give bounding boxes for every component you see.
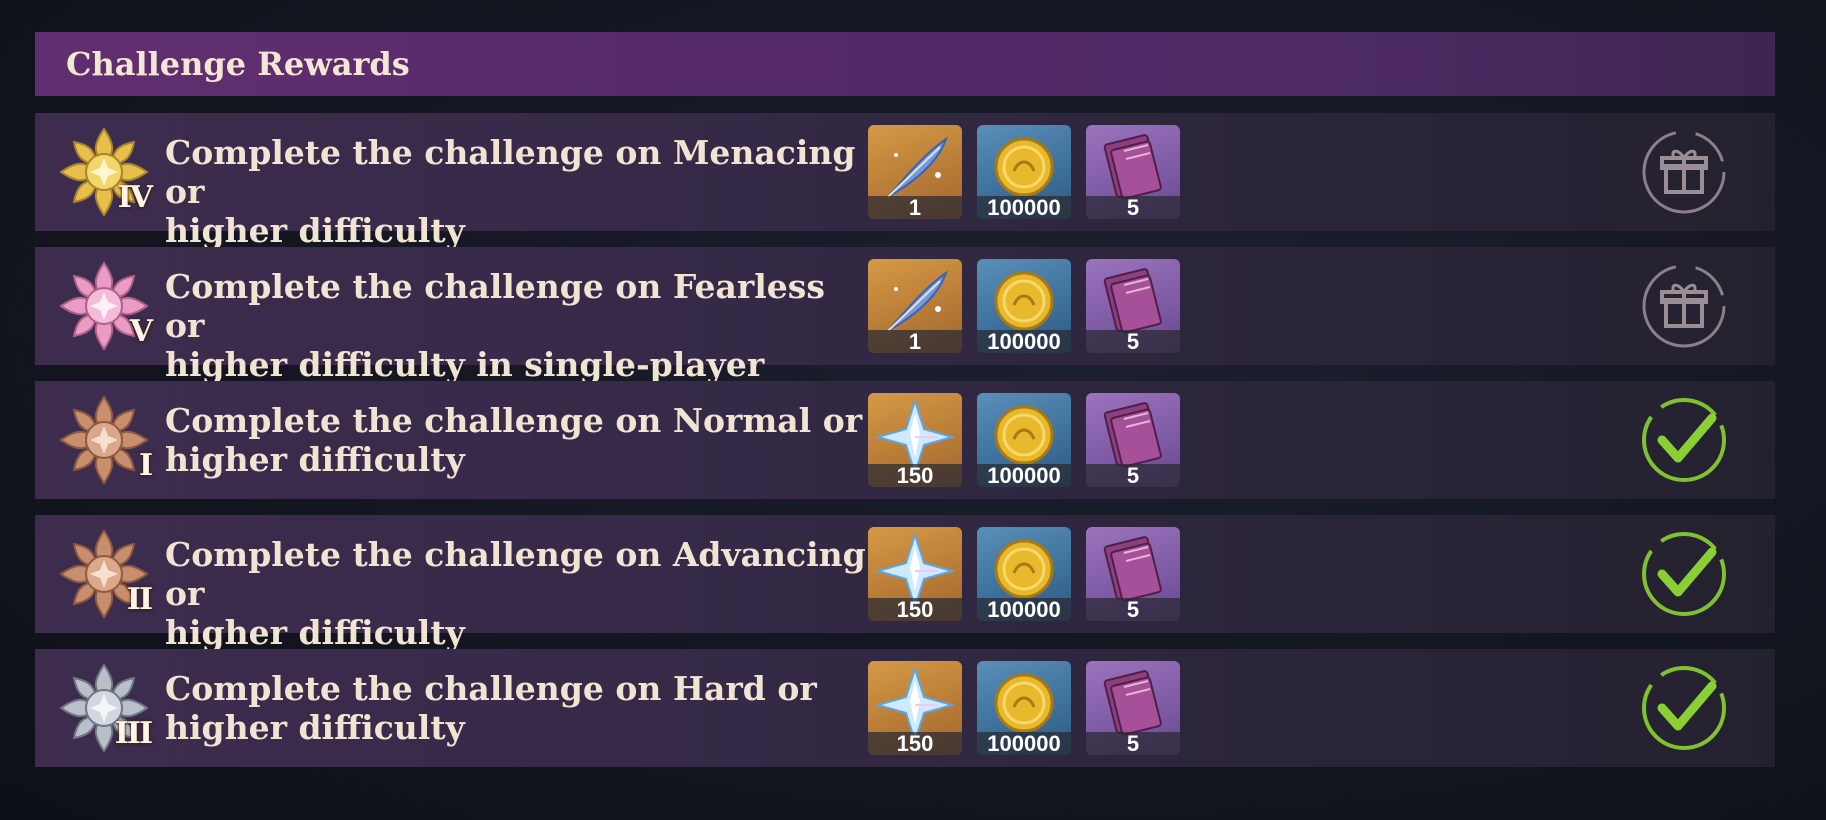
reward-item[interactable]: 100000 <box>977 527 1071 621</box>
reward-count: 5 <box>1086 196 1180 219</box>
reward-item[interactable]: 5 <box>1086 661 1180 755</box>
status-check-icon <box>1640 396 1728 484</box>
reward-item[interactable]: 1 <box>868 259 962 353</box>
status-gift-icon[interactable] <box>1640 128 1728 216</box>
badge-numeral: III <box>114 716 153 751</box>
reward-count: 100000 <box>977 196 1071 219</box>
difficulty-badge-icon: I <box>57 393 153 487</box>
status-gift-icon[interactable] <box>1640 262 1728 350</box>
description-line: higher difficulty <box>165 211 465 250</box>
reward-count: 150 <box>868 464 962 487</box>
reward-item[interactable]: 5 <box>1086 259 1180 353</box>
description-line: Complete the challenge on Advancing or <box>165 535 866 613</box>
unclaimed-gift-icon <box>1642 130 1726 214</box>
description-line: higher difficulty <box>165 613 465 652</box>
description-line: higher difficulty <box>165 440 465 479</box>
reward-item[interactable]: 150 <box>868 661 962 755</box>
reward-row: IV Complete the challenge on Menacing or… <box>35 113 1775 250</box>
reward-count: 100000 <box>977 464 1071 487</box>
reward-count: 5 <box>1086 598 1180 621</box>
reward-item[interactable]: 100000 <box>977 393 1071 487</box>
reward-count: 5 <box>1086 464 1180 487</box>
badge-numeral: II <box>126 582 153 617</box>
reward-count: 1 <box>868 330 962 353</box>
claimed-check-icon <box>1642 666 1726 750</box>
badge-numeral: IV <box>117 180 153 215</box>
challenge-description: Complete the challenge on Advancing or h… <box>165 535 875 652</box>
reward-count: 1 <box>868 196 962 219</box>
reward-row: I Complete the challenge on Normal or hi… <box>35 381 1775 499</box>
reward-item[interactable]: 150 <box>868 527 962 621</box>
reward-count: 150 <box>868 732 962 755</box>
reward-count: 100000 <box>977 598 1071 621</box>
panel-title: Challenge Rewards <box>66 45 410 83</box>
difficulty-badge-icon: II <box>57 527 153 621</box>
badge-numeral: V <box>129 314 153 349</box>
challenge-description: Complete the challenge on Hard or higher… <box>165 669 875 747</box>
panel-header: Challenge Rewards <box>35 32 1775 96</box>
challenge-rewards-panel: Challenge Rewards IV Complete the challe… <box>35 32 1775 767</box>
claimed-check-icon <box>1642 398 1726 482</box>
unclaimed-gift-icon <box>1642 264 1726 348</box>
reward-count: 5 <box>1086 330 1180 353</box>
challenge-description: Complete the challenge on Menacing or hi… <box>165 133 875 250</box>
difficulty-badge-icon: III <box>57 661 153 755</box>
difficulty-badge-icon: IV <box>57 125 153 219</box>
reward-count: 100000 <box>977 732 1071 755</box>
description-line: Complete the challenge on Fearless or <box>165 267 825 345</box>
description-line: Complete the challenge on Normal or <box>165 401 863 440</box>
status-check-icon <box>1640 530 1728 618</box>
status-check-icon <box>1640 664 1728 752</box>
reward-row: II Complete the challenge on Advancing o… <box>35 515 1775 652</box>
bronze-flower-badge-icon <box>59 395 149 485</box>
claimed-check-icon <box>1642 532 1726 616</box>
difficulty-badge-icon: V <box>57 259 153 353</box>
reward-item[interactable]: 150 <box>868 393 962 487</box>
reward-item[interactable]: 1 <box>868 125 962 219</box>
reward-row: III Complete the challenge on Hard or hi… <box>35 649 1775 767</box>
reward-row: V Complete the challenge on Fearless or … <box>35 247 1775 423</box>
challenge-description: Complete the challenge on Normal or high… <box>165 401 875 479</box>
reward-item[interactable]: 5 <box>1086 125 1180 219</box>
description-line: Complete the challenge on Menacing or <box>165 133 856 211</box>
reward-item[interactable]: 100000 <box>977 661 1071 755</box>
reward-item[interactable]: 5 <box>1086 527 1180 621</box>
description-line: higher difficulty <box>165 708 465 747</box>
reward-count: 150 <box>868 598 962 621</box>
reward-item[interactable]: 100000 <box>977 259 1071 353</box>
description-line: Complete the challenge on Hard or <box>165 669 817 708</box>
reward-item[interactable]: 5 <box>1086 393 1180 487</box>
reward-item[interactable]: 100000 <box>977 125 1071 219</box>
badge-numeral: I <box>138 448 153 483</box>
reward-count: 100000 <box>977 330 1071 353</box>
reward-count: 5 <box>1086 732 1180 755</box>
